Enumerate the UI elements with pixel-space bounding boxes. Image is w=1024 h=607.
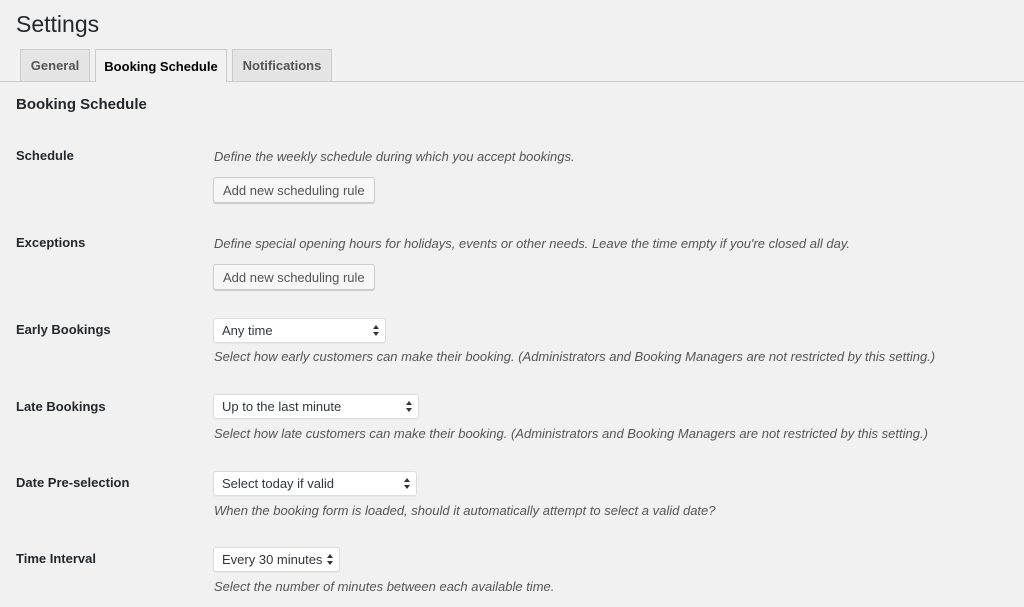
late-bookings-value: Up to the last minute — [222, 399, 342, 414]
exceptions-description: Define special opening hours for holiday… — [214, 236, 850, 251]
schedule-label: Schedule — [16, 148, 74, 163]
early-bookings-value: Any time — [222, 323, 273, 338]
early-bookings-select[interactable]: Any time — [213, 318, 386, 343]
page-title: Settings — [16, 11, 100, 37]
tab-notifications[interactable]: Notifications — [232, 49, 332, 81]
tab-booking-schedule[interactable]: Booking Schedule — [95, 49, 227, 82]
section-title: Booking Schedule — [16, 96, 147, 113]
date-preselection-select[interactable]: Select today if valid — [213, 471, 417, 496]
late-bookings-description: Select how late customers can make their… — [214, 426, 928, 441]
tab-general[interactable]: General — [20, 49, 90, 81]
time-interval-value: Every 30 minutes — [222, 552, 323, 567]
time-interval-label: Time Interval — [16, 551, 96, 566]
schedule-description: Define the weekly schedule during which … — [214, 149, 575, 164]
date-preselection-value: Select today if valid — [222, 476, 335, 491]
early-bookings-description: Select how early customers can make thei… — [214, 349, 936, 364]
time-interval-description: Select the number of minutes between eac… — [214, 579, 555, 594]
select-arrows-icon — [327, 554, 333, 565]
date-preselection-description: When the booking form is loaded, should … — [214, 503, 716, 518]
add-exception-rule-button[interactable]: Add new scheduling rule — [213, 264, 375, 290]
time-interval-select[interactable]: Every 30 minutes — [213, 547, 340, 572]
late-bookings-select[interactable]: Up to the last minute — [213, 394, 419, 419]
select-arrows-icon — [404, 478, 410, 489]
late-bookings-label: Late Bookings — [16, 399, 106, 414]
select-arrows-icon — [406, 401, 412, 412]
early-bookings-label: Early Bookings — [16, 322, 111, 337]
select-arrows-icon — [373, 325, 379, 336]
settings-tabs: General Booking Schedule Notifications — [0, 49, 1024, 82]
exceptions-label: Exceptions — [16, 235, 86, 250]
date-preselection-label: Date Pre-selection — [16, 475, 130, 490]
add-schedule-rule-button[interactable]: Add new scheduling rule — [213, 177, 375, 203]
